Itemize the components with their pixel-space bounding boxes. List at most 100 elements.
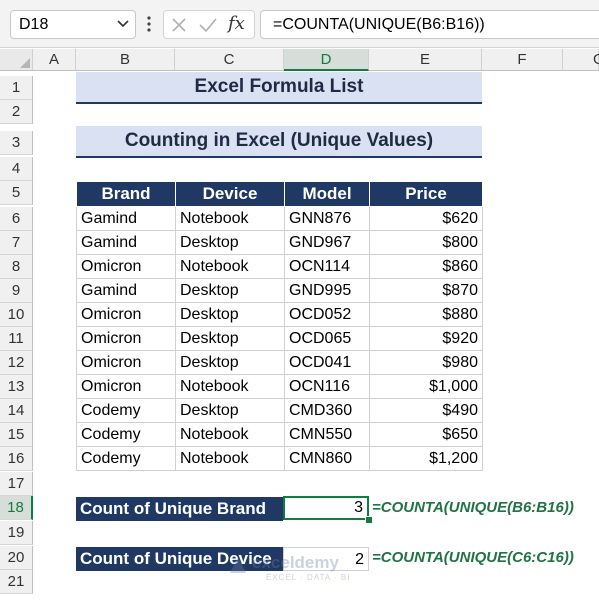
row-header-4[interactable]: 4	[0, 157, 33, 181]
row-header-2[interactable]: 2	[0, 100, 33, 124]
table-row: Omicron Notebook OCN114 $860	[76, 254, 483, 279]
sub-title[interactable]: Counting in Excel (Unique Values)	[76, 126, 482, 158]
insert-function-fx-icon[interactable]: fx	[228, 13, 245, 34]
column-header-b[interactable]: B	[76, 49, 175, 71]
row-header-21[interactable]: 21	[0, 570, 33, 594]
price-cell[interactable]: $800	[369, 230, 483, 255]
row-header-13[interactable]: 13	[0, 375, 33, 399]
watermark-name: exceldemy	[252, 553, 339, 572]
brand-cell[interactable]: Gamind	[76, 206, 176, 231]
exceldemy-watermark: exceldemy EXCEL · DATA · BI	[228, 553, 378, 583]
row-header-8[interactable]: 8	[0, 255, 33, 279]
model-cell[interactable]: OCD065	[284, 326, 370, 351]
device-cell[interactable]: Desktop	[175, 230, 285, 255]
column-header-d[interactable]: D	[284, 49, 369, 71]
price-cell[interactable]: $1,200	[369, 446, 483, 471]
device-cell[interactable]: Notebook	[175, 446, 285, 471]
count-unique-brand-value[interactable]: 3	[283, 496, 369, 520]
watermark-tagline: EXCEL · DATA · BI	[266, 573, 351, 582]
price-cell[interactable]: $620	[369, 206, 483, 231]
model-cell[interactable]: OCD052	[284, 302, 370, 327]
price-cell[interactable]: $870	[369, 278, 483, 303]
column-header-f[interactable]: F	[482, 49, 563, 71]
device-cell[interactable]: Notebook	[175, 206, 285, 231]
brand-cell[interactable]: Codemy	[76, 422, 176, 447]
model-cell[interactable]: CMN550	[284, 422, 370, 447]
table-row: Omicron Desktop OCD041 $980	[76, 350, 483, 375]
column-header-e[interactable]: E	[369, 49, 482, 71]
cancel-x-icon[interactable]	[170, 16, 188, 34]
device-cell[interactable]: Desktop	[175, 350, 285, 375]
device-cell[interactable]: Notebook	[175, 254, 285, 279]
row-header-20[interactable]: 20	[0, 546, 33, 570]
price-cell[interactable]: $920	[369, 326, 483, 351]
chevron-down-icon[interactable]	[117, 20, 129, 28]
row-header-14[interactable]: 14	[0, 399, 33, 423]
brand-cell[interactable]: Omicron	[76, 350, 176, 375]
enter-check-icon[interactable]	[198, 16, 218, 34]
formula-text: =COUNTA(UNIQUE(B6:B16))	[273, 16, 485, 33]
brand-cell[interactable]: Omicron	[76, 374, 176, 399]
device-cell[interactable]: Desktop	[175, 302, 285, 327]
model-cell[interactable]: OCN116	[284, 374, 370, 399]
price-cell[interactable]: $490	[369, 398, 483, 423]
table-row: Omicron Desktop OCD052 $880	[76, 302, 483, 327]
brand-cell[interactable]: Omicron	[76, 302, 176, 327]
model-cell[interactable]: GNN876	[284, 206, 370, 231]
device-cell[interactable]: Desktop	[175, 398, 285, 423]
price-cell[interactable]: $1,000	[369, 374, 483, 399]
count-unique-device-formula: =COUNTA(UNIQUE(C6:C16))	[372, 549, 574, 566]
column-header-g[interactable]: G	[563, 49, 599, 71]
model-cell[interactable]: OCN114	[284, 254, 370, 279]
more-options-icon[interactable]	[143, 14, 155, 34]
header-price[interactable]: Price	[369, 181, 483, 207]
brand-cell[interactable]: Codemy	[76, 446, 176, 471]
table-row: Omicron Desktop OCD065 $920	[76, 326, 483, 351]
formula-input[interactable]: =COUNTA(UNIQUE(B6:B16))	[260, 10, 599, 39]
header-device[interactable]: Device	[175, 181, 285, 207]
row-header-5[interactable]: 5	[0, 181, 33, 205]
device-cell[interactable]: Notebook	[175, 374, 285, 399]
table-row: Gamind Desktop GND995 $870	[76, 278, 483, 303]
main-title[interactable]: Excel Formula List	[76, 72, 482, 104]
row-header-15[interactable]: 15	[0, 423, 33, 447]
select-all-corner[interactable]	[0, 49, 33, 71]
row-header-3[interactable]: 3	[0, 131, 33, 155]
brand-cell[interactable]: Codemy	[76, 398, 176, 423]
row-header-19[interactable]: 19	[0, 521, 33, 545]
price-cell[interactable]: $880	[369, 302, 483, 327]
model-cell[interactable]: CMN860	[284, 446, 370, 471]
column-header-a[interactable]: A	[33, 49, 76, 71]
name-box[interactable]: D18	[10, 10, 136, 39]
count-unique-brand-label[interactable]: Count of Unique Brand	[76, 497, 283, 521]
device-cell[interactable]: Desktop	[175, 278, 285, 303]
brand-cell[interactable]: Omicron	[76, 326, 176, 351]
brand-cell[interactable]: Gamind	[76, 278, 176, 303]
price-cell[interactable]: $860	[369, 254, 483, 279]
row-header-11[interactable]: 11	[0, 327, 33, 351]
row-header-7[interactable]: 7	[0, 231, 33, 255]
brand-cell[interactable]: Gamind	[76, 230, 176, 255]
device-cell[interactable]: Desktop	[175, 326, 285, 351]
header-brand[interactable]: Brand	[76, 181, 176, 207]
model-cell[interactable]: OCD041	[284, 350, 370, 375]
column-header-c[interactable]: C	[175, 49, 284, 71]
header-model[interactable]: Model	[284, 181, 370, 207]
model-cell[interactable]: GND995	[284, 278, 370, 303]
row-header-6[interactable]: 6	[0, 207, 33, 231]
price-cell[interactable]: $650	[369, 422, 483, 447]
table-row: Omicron Notebook OCN116 $1,000	[76, 374, 483, 399]
device-cell[interactable]: Notebook	[175, 422, 285, 447]
row-header-9[interactable]: 9	[0, 279, 33, 303]
model-cell[interactable]: GND967	[284, 230, 370, 255]
formula-actions: fx	[163, 10, 255, 39]
row-header-17[interactable]: 17	[0, 472, 33, 496]
model-cell[interactable]: CMD360	[284, 398, 370, 423]
brand-cell[interactable]: Omicron	[76, 254, 176, 279]
row-header-1[interactable]: 1	[0, 76, 33, 100]
row-header-16[interactable]: 16	[0, 447, 33, 471]
row-header-12[interactable]: 12	[0, 351, 33, 375]
price-cell[interactable]: $980	[369, 350, 483, 375]
row-header-18[interactable]: 18	[0, 496, 33, 520]
row-header-10[interactable]: 10	[0, 303, 33, 327]
